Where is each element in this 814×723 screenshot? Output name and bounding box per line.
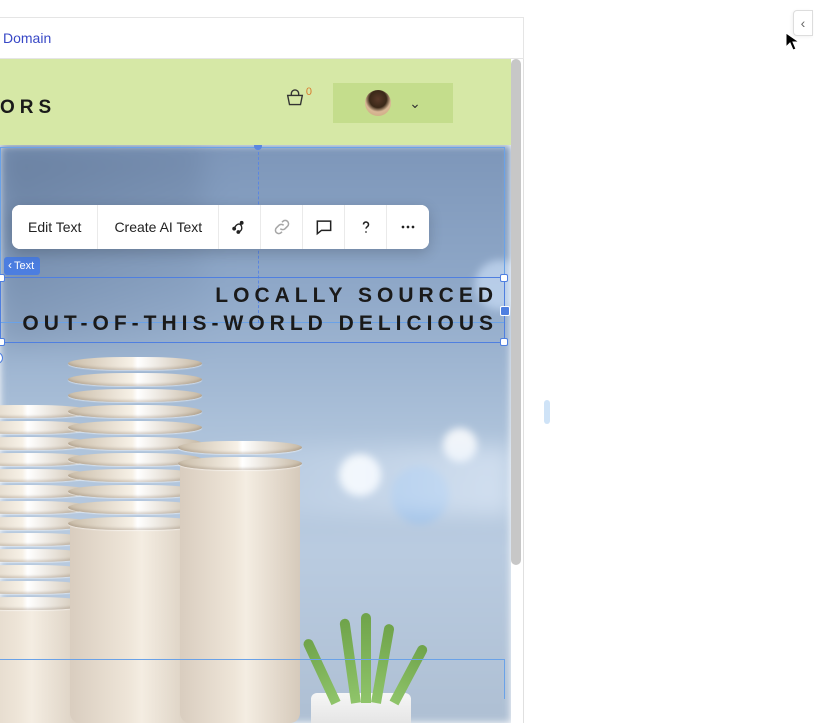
connect-domain-link[interactable]: Domain (3, 30, 51, 46)
edit-text-button[interactable]: Edit Text (12, 205, 98, 249)
element-type-chip[interactable]: Text (4, 257, 40, 275)
panel-scrollbar[interactable] (544, 400, 550, 424)
resize-handle[interactable] (500, 338, 508, 346)
comment-button[interactable] (303, 205, 345, 249)
link-button[interactable] (261, 205, 303, 249)
canvas-scrollbar[interactable] (511, 59, 521, 565)
member-login-button[interactable]: ⌄ (333, 83, 453, 123)
animation-button[interactable] (219, 205, 261, 249)
section-selection-outline (0, 659, 505, 699)
mouse-cursor (785, 32, 801, 52)
comment-icon (314, 217, 334, 237)
editor-top-bar: Domain (0, 17, 524, 59)
cart-button[interactable]: 0 (284, 89, 316, 111)
brand-text-fragment: ORS (0, 97, 56, 119)
resize-handle[interactable] (500, 274, 508, 282)
hero-line-1: Locally Sourced (0, 282, 498, 310)
element-toolbar: Edit Text Create AI Text (12, 205, 429, 249)
hero-section: Text Locally Sourced Out-of-this-world D… (0, 145, 511, 723)
cart-count-badge: 0 (306, 86, 312, 98)
resize-handle[interactable] (0, 274, 5, 282)
site-header-strip: ORS 0 ⌄ (0, 59, 511, 145)
more-icon (398, 217, 418, 237)
create-ai-text-button[interactable]: Create AI Text (98, 205, 219, 249)
avatar (365, 90, 391, 116)
chevron-down-icon: ⌄ (409, 95, 421, 112)
animation-icon (230, 217, 250, 237)
resize-handle[interactable] (500, 306, 510, 316)
more-button[interactable] (387, 205, 429, 249)
cart-icon (284, 89, 306, 111)
hero-line-2: Out-of-this-world Delicious (0, 310, 498, 338)
link-icon (272, 217, 292, 237)
help-button[interactable] (345, 205, 387, 249)
resize-handle[interactable] (0, 338, 5, 346)
editor-canvas[interactable]: ORS 0 ⌄ (0, 59, 524, 723)
help-icon (356, 217, 376, 237)
hero-headline-text[interactable]: Locally Sourced Out-of-this-world Delici… (0, 282, 498, 339)
